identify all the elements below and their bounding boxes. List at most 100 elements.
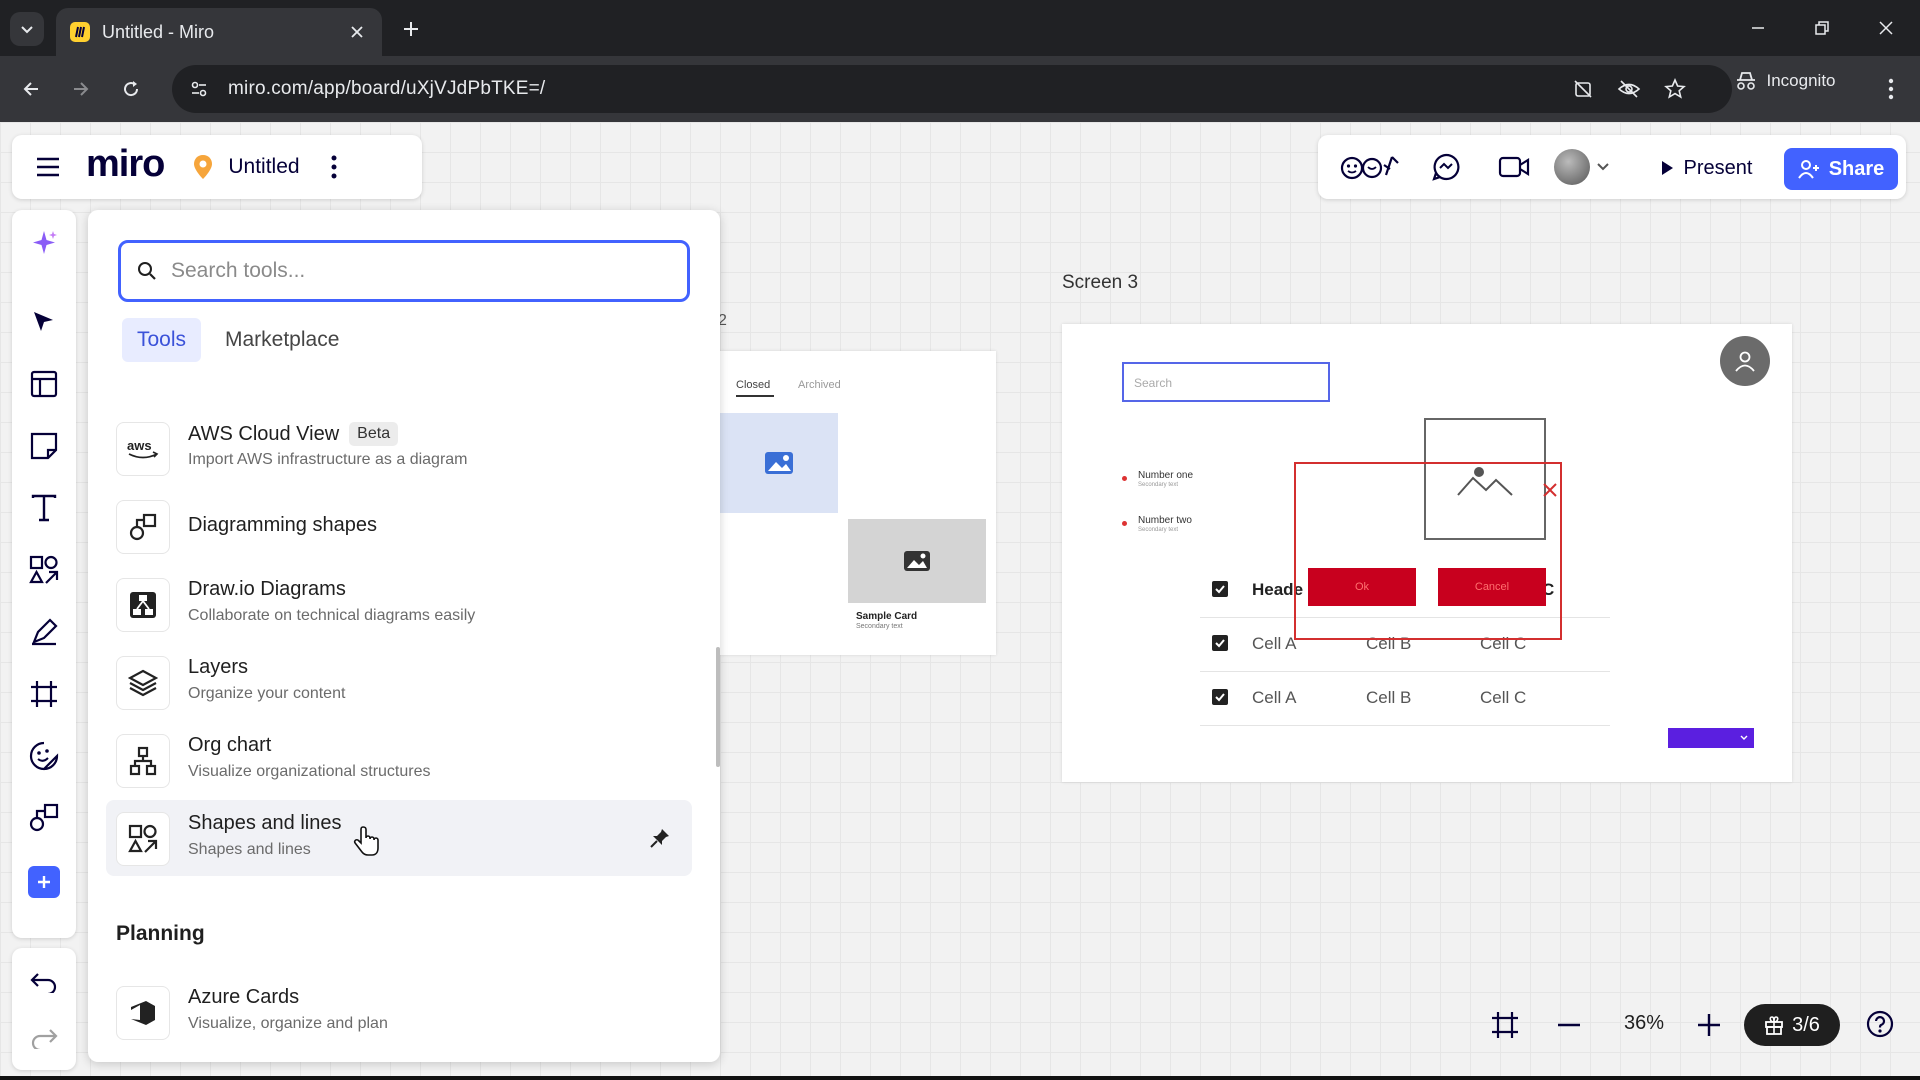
close-tab-icon[interactable] [346, 21, 368, 43]
restore-window-icon[interactable] [1802, 12, 1842, 44]
reactions-icon[interactable] [1338, 151, 1404, 183]
shapes-icon[interactable] [24, 550, 64, 590]
tab-search-button[interactable] [10, 12, 44, 46]
undo-redo-bar [12, 948, 76, 1070]
tool-item-layers[interactable]: Layers Organize your content [106, 644, 692, 720]
tool-description: Collaborate on technical diagrams easily [188, 607, 476, 624]
card-image-placeholder-icon [848, 519, 986, 603]
search-input[interactable] [171, 259, 651, 283]
share-button[interactable]: Share [1784, 148, 1898, 190]
beta-badge: Beta [349, 422, 399, 446]
main-menu-icon[interactable] [20, 135, 76, 199]
pen-icon[interactable] [24, 612, 64, 652]
reload-icon[interactable] [114, 72, 148, 106]
section-title-planning: Planning [116, 922, 205, 945]
chevron-down-icon [1740, 735, 1748, 740]
templates-icon[interactable] [24, 364, 64, 404]
tool-item-aws-cloud-view[interactable]: aws AWS Cloud View Beta Import AWS infra… [106, 410, 692, 486]
tool-description: Import AWS infrastructure as a diagram [188, 451, 468, 468]
add-more-tools-icon[interactable] [28, 866, 60, 898]
chevron-down-icon [1597, 163, 1609, 171]
left-toolbar [12, 210, 76, 938]
tool-name: Shapes and lines [188, 812, 342, 834]
board-more-options-icon[interactable] [324, 150, 344, 184]
tool-name: Draw.io Diagrams [188, 578, 346, 600]
bookmark-star-icon[interactable] [1660, 74, 1690, 104]
frame-icon[interactable] [24, 674, 64, 714]
collaborators-menu[interactable] [1554, 147, 1640, 187]
tab-title: Untitled - Miro [102, 21, 215, 42]
drawio-icon [116, 578, 170, 632]
hand-pointer-cursor-icon [353, 826, 379, 856]
tab-tools[interactable]: Tools [122, 318, 202, 362]
ai-sparkle-icon[interactable] [24, 224, 64, 264]
panel-scrollbar[interactable] [716, 647, 720, 767]
play-icon [1661, 161, 1673, 175]
zoom-toolbar: 36% 3/6 [1476, 992, 1852, 1056]
onboarding-progress-button[interactable]: 3/6 [1744, 1004, 1840, 1046]
video-call-icon[interactable] [1496, 151, 1532, 183]
present-button[interactable]: Present [1650, 148, 1762, 188]
tool-name: Org chart [188, 734, 272, 756]
browser-tab-active[interactable]: Untitled - Miro [56, 8, 382, 56]
select-cursor-icon[interactable] [24, 302, 64, 342]
azure-cards-icon [116, 986, 170, 1040]
tool-name-row: Shapes and lines [188, 812, 341, 835]
board-canvas[interactable]: 2 Closed Archived Sample Card Secondary … [0, 122, 1920, 1076]
back-arrow-icon[interactable] [14, 72, 48, 106]
incognito-indicator[interactable]: Incognito [1724, 64, 1846, 98]
frame-screen-3[interactable]: Search Number one Secondary text Number … [1062, 324, 1792, 782]
wireframe-table-row: Cell A Cell B Cell C [1200, 672, 1610, 726]
incognito-icon [1736, 72, 1755, 90]
third-party-cookies-icon[interactable] [1568, 74, 1598, 104]
zoom-out-icon[interactable] [1552, 1008, 1586, 1042]
diagramming-shapes-icon [116, 500, 170, 554]
tool-description: Organize your content [188, 685, 346, 702]
sample-card-subtitle: Secondary text [856, 623, 903, 630]
undo-icon[interactable] [24, 962, 64, 1002]
tool-item-drawio-diagrams[interactable]: Draw.io Diagrams Collaborate on technica… [106, 566, 692, 642]
tool-description: Visualize, organize and plan [188, 1015, 388, 1032]
browser-menu-icon[interactable] [1876, 72, 1906, 106]
browser-toolbar: miro.com/app/board/uXjVJdPbTKE=/ Incogni… [0, 56, 1920, 122]
redo-icon[interactable] [24, 1018, 64, 1058]
minimize-window-icon[interactable] [1738, 12, 1778, 44]
checkbox-checked-icon [1212, 635, 1228, 651]
fit-to-screen-icon[interactable] [1488, 1008, 1522, 1042]
org-chart-icon [116, 734, 170, 788]
eye-off-icon[interactable] [1614, 74, 1644, 104]
onboarding-progress: 3/6 [1792, 1013, 1820, 1036]
tool-item-diagramming-shapes[interactable]: Diagramming shapes [106, 488, 692, 564]
diagramming-icon[interactable] [24, 798, 64, 838]
board-header: miro Untitled [12, 135, 422, 199]
address-bar[interactable]: miro.com/app/board/uXjVJdPbTKE=/ [172, 65, 1732, 113]
miro-logo[interactable]: miro [86, 143, 165, 186]
sticker-icon[interactable] [24, 736, 64, 776]
pin-icon[interactable] [646, 824, 674, 852]
comments-icon[interactable] [1428, 151, 1464, 183]
tab-marketplace[interactable]: Marketplace [210, 318, 354, 362]
incognito-label: Incognito [1766, 71, 1836, 90]
help-icon[interactable] [1860, 1004, 1900, 1044]
wireframe-user-avatar-icon [1720, 336, 1770, 386]
frame-2[interactable]: Closed Archived Sample Card Secondary te… [720, 351, 996, 655]
forward-arrow-icon[interactable] [64, 72, 98, 106]
site-settings-icon[interactable] [184, 74, 214, 104]
tool-name-row: Draw.io Diagrams [188, 578, 346, 601]
zoom-level[interactable]: 36% [1624, 1012, 1664, 1035]
tool-item-org-chart[interactable]: Org chart Visualize organizational struc… [106, 722, 692, 798]
sticky-note-icon[interactable] [24, 426, 64, 466]
board-title[interactable]: Untitled [228, 155, 299, 179]
board-location-pin-icon[interactable] [192, 154, 214, 180]
zoom-in-icon[interactable] [1692, 1008, 1726, 1042]
tool-name: Layers [188, 656, 249, 678]
tool-item-shapes-and-lines[interactable]: Shapes and lines Shapes and lines [106, 800, 692, 876]
frame-3-label[interactable]: Screen 3 [1062, 272, 1138, 294]
url-text[interactable]: miro.com/app/board/uXjVJdPbTKE=/ [228, 78, 545, 100]
text-tool-icon[interactable] [24, 488, 64, 528]
chevron-down-icon [21, 26, 33, 34]
tools-search-box[interactable] [118, 240, 690, 302]
new-tab-plus-icon[interactable] [396, 14, 426, 44]
tool-item-azure-cards[interactable]: Azure Cards Visualize, organize and plan [106, 974, 692, 1050]
close-window-icon[interactable] [1866, 12, 1906, 44]
